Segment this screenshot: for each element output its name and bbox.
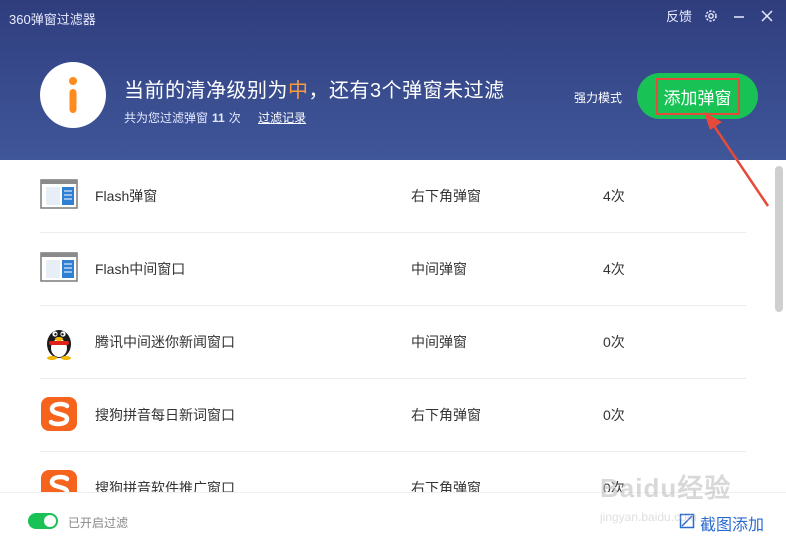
popup-filter-window: 360弹窗过滤器 反馈 当前的清净级别为中，还有3个弹窗未过滤 共为您过滤弹窗 … [0, 0, 786, 551]
status-prefix: 当前的清净级别为 [124, 80, 288, 102]
list-item[interactable]: 腾讯中间迷你新闻窗口 中间弹窗 0次 [40, 306, 746, 379]
feedback-link[interactable]: 反馈 [666, 6, 692, 25]
filtered-prefix: 共为您过滤弹窗 [124, 111, 209, 125]
popup-name: 搜狗拼音每日新词窗口 [95, 407, 235, 423]
flash-window-icon [40, 252, 78, 286]
minimize-icon[interactable] [730, 7, 748, 25]
close-icon[interactable] [758, 7, 776, 25]
toggle-knob [44, 515, 56, 527]
popup-type: 中间弹窗 [411, 334, 467, 350]
popup-count: 4次 [603, 261, 625, 277]
flash-window-icon [40, 179, 78, 213]
sogou-icon [40, 470, 78, 492]
settings-gear-icon[interactable] [702, 7, 720, 25]
filter-toggle[interactable] [28, 513, 58, 529]
list-item[interactable]: Flash中间窗口 中间弹窗 4次 [40, 233, 746, 306]
footer: 已开启过滤 截图添加 [0, 492, 786, 551]
filter-log-link[interactable]: 过滤记录 [258, 111, 306, 125]
popup-type: 中间弹窗 [411, 261, 467, 277]
sogou-icon [40, 397, 78, 432]
list-item[interactable]: 搜狗拼音每日新词窗口 右下角弹窗 0次 [40, 379, 746, 452]
strong-mode-link[interactable]: 强力模式 [574, 89, 622, 106]
list-item[interactable]: Flash弹窗 右下角弹窗 4次 [40, 160, 746, 233]
filtered-unit: 次 [228, 111, 241, 125]
popup-type: 右下角弹窗 [411, 407, 481, 423]
list-item[interactable]: 搜狗拼音软件推广窗口 右下角弹窗 0次 [40, 452, 746, 492]
add-popup-label: 添加弹窗 [655, 77, 740, 115]
popup-name: Flash弹窗 [95, 188, 158, 204]
popup-name: Flash中间窗口 [95, 261, 186, 277]
filtered-summary: 共为您过滤弹窗 11 次 过滤记录 [124, 109, 306, 126]
popup-count: 0次 [603, 480, 625, 492]
filtered-count: 11 [212, 111, 225, 125]
popup-type: 右下角弹窗 [411, 480, 481, 492]
popup-name: 腾讯中间迷你新闻窗口 [95, 334, 235, 350]
add-popup-button[interactable]: 添加弹窗 [637, 73, 758, 119]
window-controls: 反馈 [666, 6, 776, 25]
popup-count: 0次 [603, 334, 625, 350]
popup-count: 4次 [603, 188, 625, 204]
filter-level-value: 中 [288, 80, 309, 102]
qq-penguin-icon [40, 325, 78, 360]
header: 360弹窗过滤器 反馈 当前的清净级别为中，还有3个弹窗未过滤 共为您过滤弹窗 … [0, 0, 786, 160]
screenshot-icon [679, 513, 695, 534]
popup-type: 右下角弹窗 [411, 188, 481, 204]
screenshot-add-button[interactable]: 截图添加 [679, 511, 764, 535]
app-title: 360弹窗过滤器 [9, 12, 96, 27]
filter-toggle-label: 已开启过滤 [68, 516, 129, 530]
info-logo-icon [40, 62, 106, 128]
status-suffix: ，还有3个弹窗未过滤 [308, 80, 505, 102]
list-scrollbar[interactable] [775, 166, 783, 312]
screenshot-add-label: 截图添加 [699, 517, 764, 534]
popup-list: Flash弹窗 右下角弹窗 4次 Flash中间窗口 中间弹窗 4次 腾讯中间迷… [0, 160, 786, 492]
filter-level-status: 当前的清净级别为中，还有3个弹窗未过滤 [124, 74, 505, 103]
popup-name: 搜狗拼音软件推广窗口 [95, 480, 235, 492]
popup-count: 0次 [603, 407, 625, 423]
